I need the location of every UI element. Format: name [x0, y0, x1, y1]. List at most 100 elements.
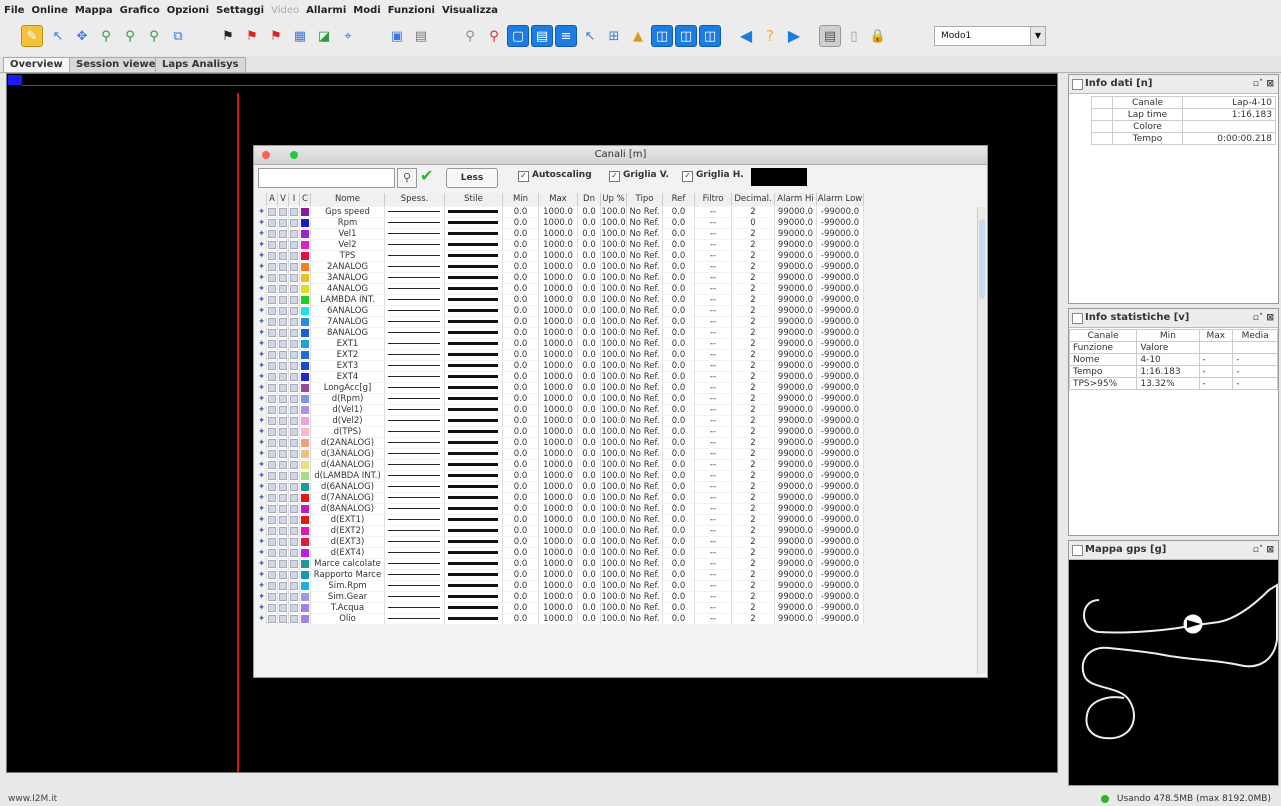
channel-name[interactable]: d(EXT4)	[311, 548, 385, 558]
grid-chart-icon[interactable]: ▦	[289, 25, 311, 47]
channel-name[interactable]: d(7ANALOG)	[311, 493, 385, 503]
alarm-low-value[interactable]: -99000.0	[817, 581, 864, 591]
up-percent[interactable]: 100.0	[601, 240, 627, 250]
line-style[interactable]	[445, 317, 503, 327]
chart-red-icon[interactable]: ◫	[675, 25, 697, 47]
layout-split-icon[interactable]: ▤	[531, 25, 553, 47]
channel-color-swatch[interactable]	[300, 306, 311, 316]
alarm-hi-value[interactable]: 99000.0	[775, 383, 817, 393]
alarm-low-value[interactable]: -99000.0	[817, 251, 864, 261]
pin-icon[interactable]: ✦	[257, 240, 267, 250]
filtro-value[interactable]: --	[695, 592, 732, 602]
decimal-value[interactable]: 2	[732, 504, 775, 514]
alarm-hi-value[interactable]: 99000.0	[775, 339, 817, 349]
channel-name[interactable]: 7ANALOG	[311, 317, 385, 327]
column-header[interactable]: Decimal.	[732, 193, 775, 206]
tipo-value[interactable]: No Ref.	[627, 570, 663, 580]
alarm-hi-value[interactable]: 99000.0	[775, 262, 817, 272]
toggle-checkbox[interactable]	[289, 207, 300, 217]
line-style[interactable]	[445, 405, 503, 415]
alarm-hi-value[interactable]: 99000.0	[775, 218, 817, 228]
line-style[interactable]	[445, 471, 503, 481]
up-percent[interactable]: 100.0	[601, 427, 627, 437]
line-thickness[interactable]	[385, 339, 445, 349]
toggle-checkbox[interactable]	[278, 229, 289, 239]
min-value[interactable]: 0.0	[503, 482, 539, 492]
toggle-checkbox[interactable]	[289, 482, 300, 492]
min-value[interactable]: 0.0	[503, 504, 539, 514]
move-tool-icon[interactable]: ✥	[71, 25, 93, 47]
column-header[interactable]: Max	[539, 193, 578, 206]
decimal-value[interactable]: 2	[732, 339, 775, 349]
filtro-value[interactable]: --	[695, 218, 732, 228]
tipo-value[interactable]: No Ref.	[627, 482, 663, 492]
line-style[interactable]	[445, 240, 503, 250]
filtro-value[interactable]: --	[695, 559, 732, 569]
channel-color-swatch[interactable]	[300, 427, 311, 437]
decimal-value[interactable]: 2	[732, 449, 775, 459]
dn-percent[interactable]: 0.0	[578, 482, 601, 492]
up-percent[interactable]: 100.0	[601, 405, 627, 415]
line-style[interactable]	[445, 328, 503, 338]
tipo-value[interactable]: No Ref.	[627, 581, 663, 591]
alarm-hi-value[interactable]: 99000.0	[775, 515, 817, 525]
filtro-value[interactable]: --	[695, 581, 732, 591]
dn-percent[interactable]: 0.0	[578, 295, 601, 305]
dn-percent[interactable]: 0.0	[578, 306, 601, 316]
pin-icon[interactable]: ✦	[257, 493, 267, 503]
decimal-value[interactable]: 2	[732, 394, 775, 404]
alarm-hi-value[interactable]: 99000.0	[775, 405, 817, 415]
dn-percent[interactable]: 0.0	[578, 603, 601, 613]
up-percent[interactable]: 100.0	[601, 339, 627, 349]
background-color-swatch[interactable]	[751, 168, 807, 186]
dn-percent[interactable]: 0.0	[578, 416, 601, 426]
panel-window-controls-icon[interactable]: ▫˟ ⊠	[1253, 541, 1274, 559]
channel-row[interactable]: ✦ 2ANALOG 0.0 1000.0 0.0 100.0 No Ref. 0.0 -- 2 99…	[257, 262, 974, 272]
toggle-checkbox[interactable]	[289, 262, 300, 272]
ref-value[interactable]: 0.0	[663, 592, 695, 602]
alarm-low-value[interactable]: -99000.0	[817, 548, 864, 558]
line-thickness[interactable]	[385, 383, 445, 393]
line-thickness[interactable]	[385, 328, 445, 338]
toggle-checkbox[interactable]	[267, 427, 278, 437]
line-style[interactable]	[445, 603, 503, 613]
line-thickness[interactable]	[385, 427, 445, 437]
channel-name[interactable]: 6ANALOG	[311, 306, 385, 316]
toggle-checkbox[interactable]	[278, 240, 289, 250]
channel-row[interactable]: ✦ Olio 0.0 1000.0 0.0 100.0 No Ref. 0.0 -- 2 99000…	[257, 614, 974, 624]
max-value[interactable]: 1000.0	[539, 603, 578, 613]
timeline-strip[interactable]	[22, 75, 1056, 86]
ref-value[interactable]: 0.0	[663, 537, 695, 547]
min-value[interactable]: 0.0	[503, 251, 539, 261]
tipo-value[interactable]: No Ref.	[627, 207, 663, 217]
decimal-value[interactable]: 2	[732, 537, 775, 547]
tipo-value[interactable]: No Ref.	[627, 614, 663, 624]
toggle-checkbox[interactable]	[267, 504, 278, 514]
toggle-checkbox[interactable]	[278, 328, 289, 338]
alarm-low-value[interactable]: -99000.0	[817, 460, 864, 470]
max-value[interactable]: 1000.0	[539, 548, 578, 558]
channel-color-swatch[interactable]	[300, 372, 311, 382]
decimal-value[interactable]: 2	[732, 570, 775, 580]
channel-name[interactable]: Vel1	[311, 229, 385, 239]
close-icon[interactable]	[262, 151, 270, 159]
toggle-checkbox[interactable]	[267, 317, 278, 327]
line-style[interactable]	[445, 537, 503, 547]
toggle-checkbox[interactable]	[289, 614, 300, 624]
ref-value[interactable]: 0.0	[663, 350, 695, 360]
toggle-checkbox[interactable]	[267, 372, 278, 382]
tab-session-viewer[interactable]: Session viewer	[69, 57, 168, 72]
toggle-checkbox[interactable]	[289, 449, 300, 459]
toggle-checkbox[interactable]	[267, 438, 278, 448]
alarm-low-value[interactable]: -99000.0	[817, 537, 864, 547]
filtro-value[interactable]: --	[695, 570, 732, 580]
up-percent[interactable]: 100.0	[601, 504, 627, 514]
toggle-checkbox[interactable]	[267, 339, 278, 349]
max-value[interactable]: 1000.0	[539, 592, 578, 602]
channel-row[interactable]: ✦ Gps speed 0.0 1000.0 0.0 100.0 No Ref. 0.0 -- 2…	[257, 207, 974, 217]
filtro-value[interactable]: --	[695, 537, 732, 547]
line-thickness[interactable]	[385, 614, 445, 624]
channel-row[interactable]: ✦ d(LAMBDA INT.) 0.0 1000.0 0.0 100.0 No Ref. 0…	[257, 471, 974, 481]
line-thickness[interactable]	[385, 570, 445, 580]
line-style[interactable]	[445, 218, 503, 228]
